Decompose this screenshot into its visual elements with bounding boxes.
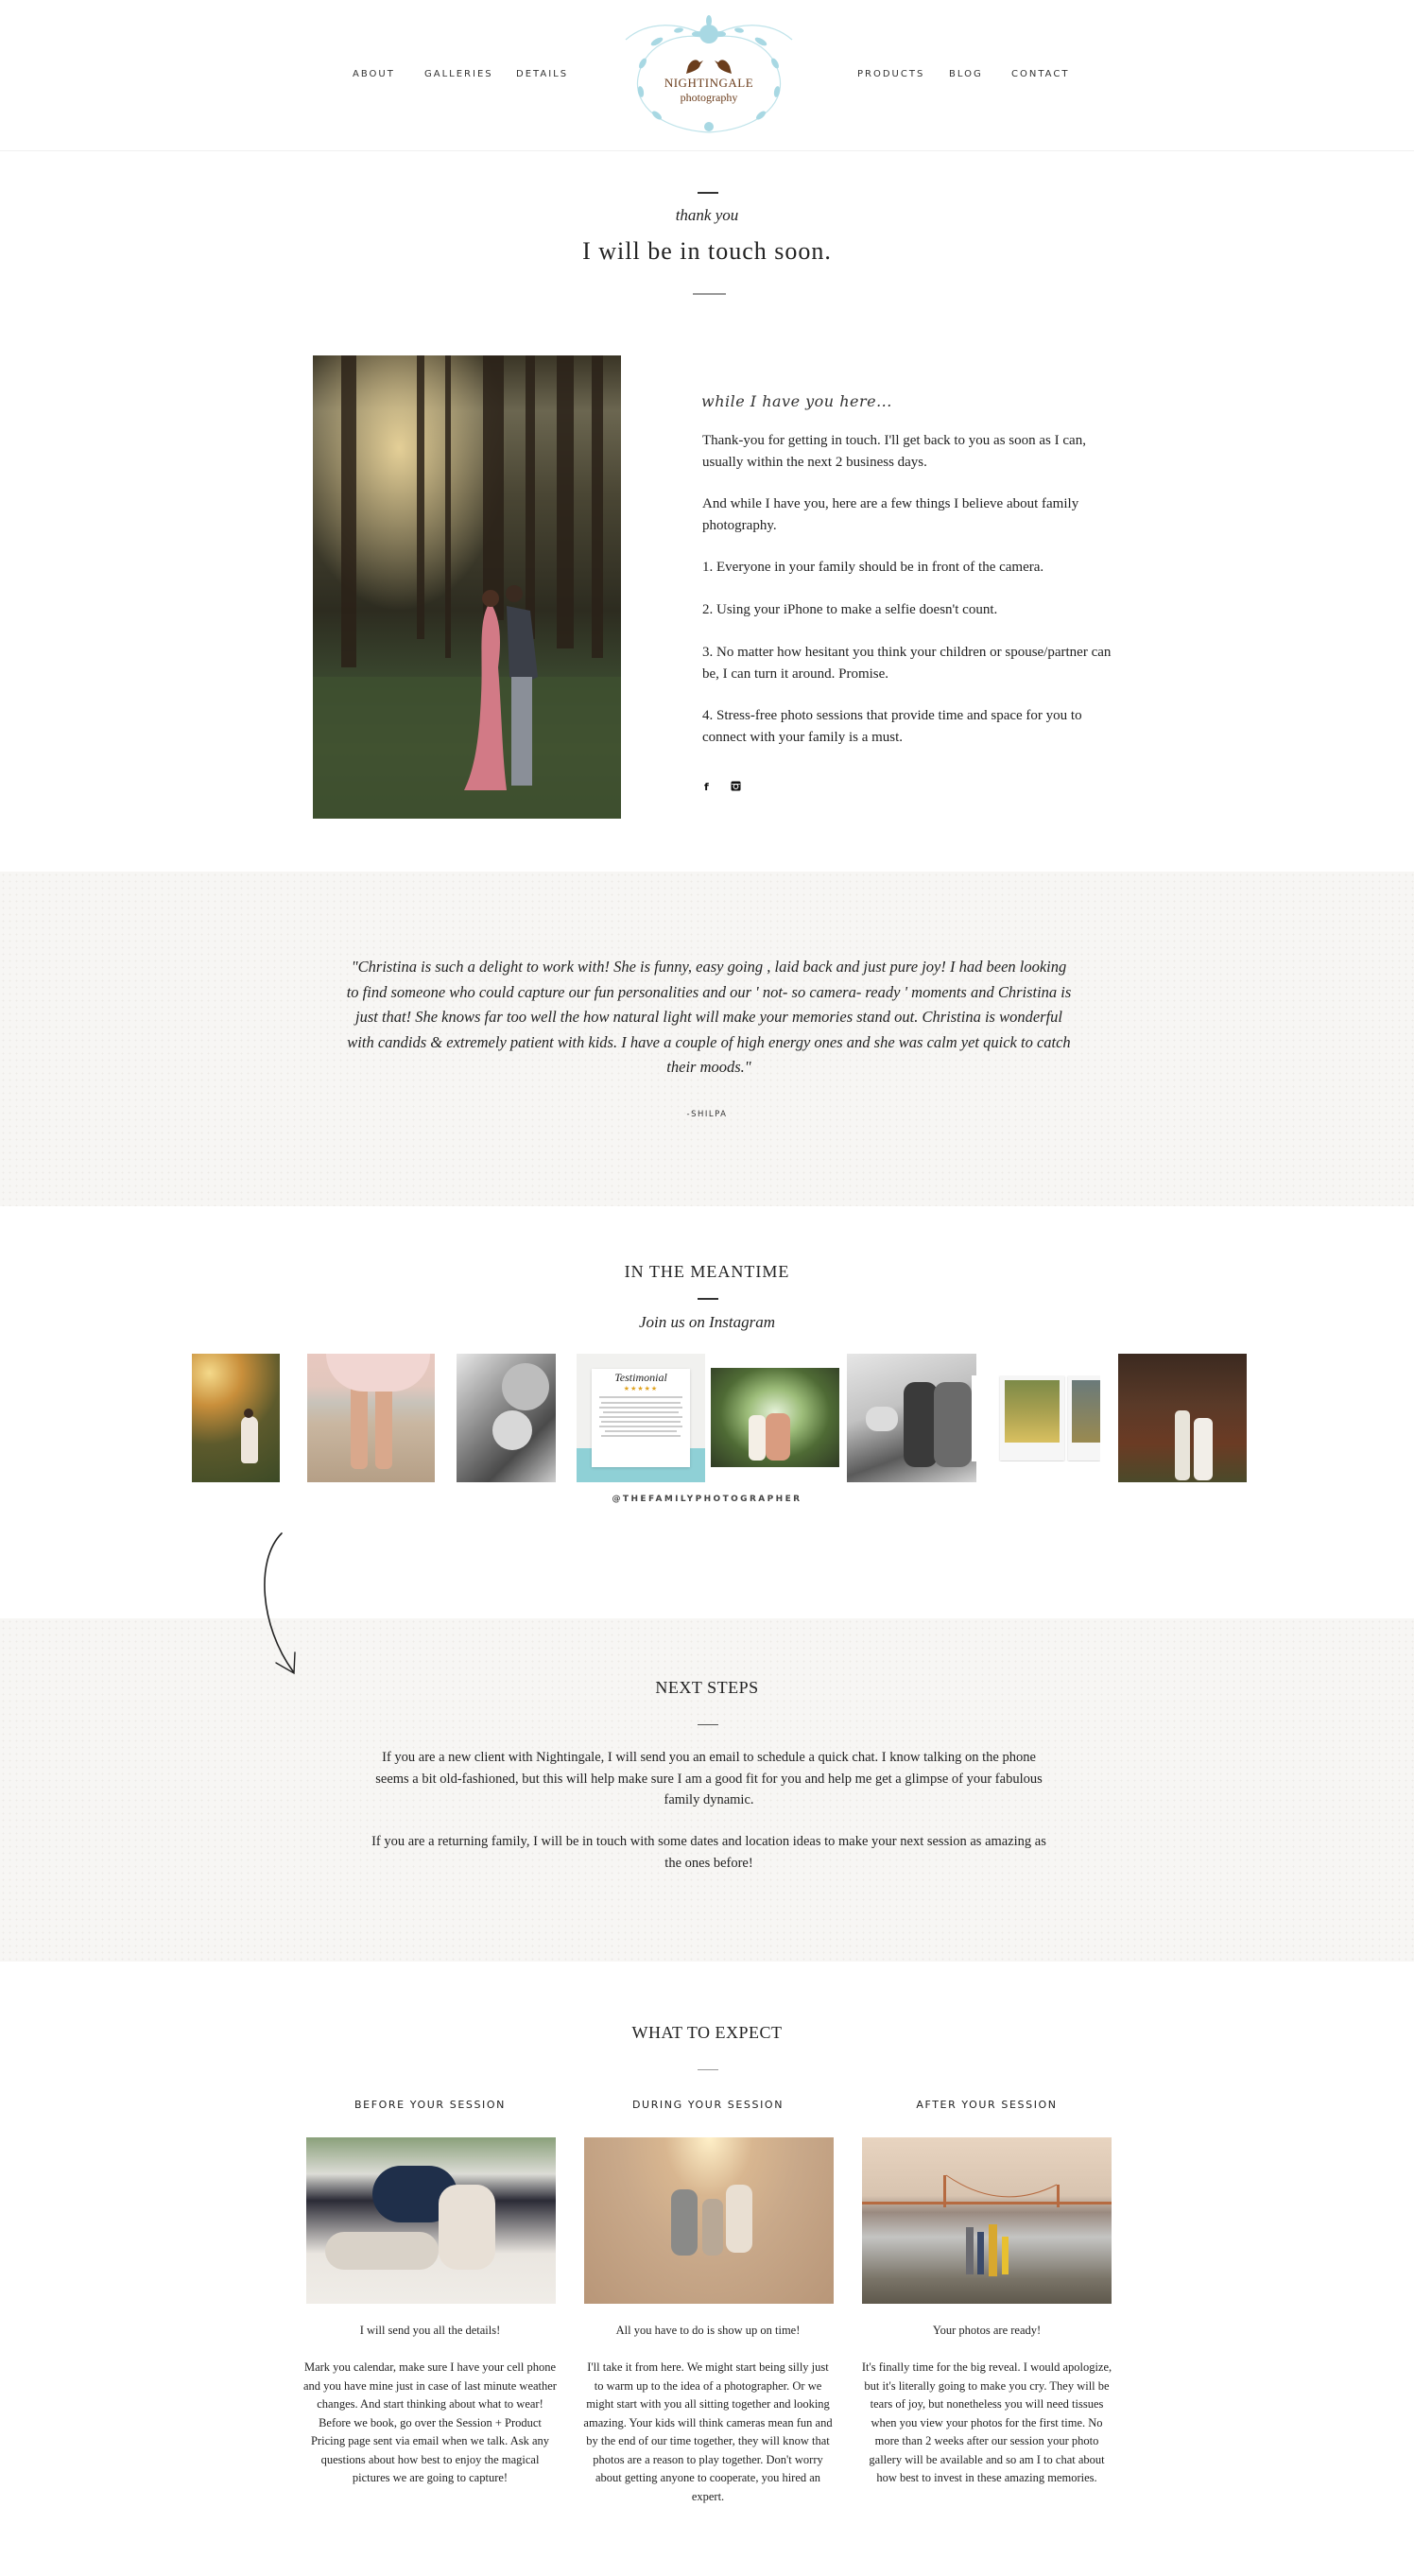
hero-kicker: thank you xyxy=(675,206,739,224)
testimonial-quote: "Christina is such a delight to work wit… xyxy=(346,958,1072,1076)
instagram-tile-testimonial[interactable]: Testimonial ★★★★★ xyxy=(577,1354,705,1482)
stars-icon: ★★★★★ xyxy=(623,1385,659,1392)
nav-about[interactable]: ABOUT xyxy=(353,69,395,79)
logo-tagline: photography xyxy=(680,91,738,104)
site-header: ABOUT GALLERIES DETAILS NIGHTINGALE phot… xyxy=(0,0,1414,151)
nav-galleries[interactable]: GALLERIES xyxy=(424,69,493,79)
during-body: I'll take it from here. We might start b… xyxy=(583,2360,833,2503)
what-to-expect-title: WHAT TO EXPECT xyxy=(631,2023,783,2042)
before-session-photo xyxy=(306,2137,556,2304)
instagram-tile-newborn-bw[interactable] xyxy=(457,1354,556,1482)
site-logo[interactable]: NIGHTINGALE photography xyxy=(605,11,813,139)
nav-details[interactable]: DETAILS xyxy=(516,69,568,79)
testimonial-section: "Christina is such a delight to work wit… xyxy=(0,872,1414,1206)
belief-item: 2. Using your iPhone to make a selfie do… xyxy=(702,602,998,617)
next-steps-paragraph: If you are a new client with Nightingale… xyxy=(375,1750,1043,1807)
divider xyxy=(698,192,718,194)
divider xyxy=(693,293,726,295)
column-heading-during: DURING YOUR SESSION xyxy=(631,2099,785,2111)
instagram-tile-mother-daughter[interactable] xyxy=(711,1368,839,1467)
instagram-subtitle: Join us on Instagram xyxy=(638,1313,776,1331)
belief-item: 4. Stress-free photo sessions that provi… xyxy=(702,708,1082,745)
intro-paragraph: Thank-you for getting in touch. I'll get… xyxy=(702,433,1086,470)
testimonial-author: -SHILPA xyxy=(686,1110,728,1119)
instagram-section-title: IN THE MEANTIME xyxy=(624,1262,790,1281)
nav-contact[interactable]: CONTACT xyxy=(1011,69,1069,79)
before-lead: I will send you all the details! xyxy=(359,2324,501,2337)
logo-name: NIGHTINGALE xyxy=(664,76,754,90)
instagram-handle[interactable]: @THEFAMILYPHOTOGRAPHER xyxy=(0,1495,1414,1504)
during-session-photo xyxy=(584,2137,834,2304)
instagram-tile-polaroid[interactable] xyxy=(972,1375,1100,1461)
nav-products[interactable]: PRODUCTS xyxy=(857,69,924,79)
before-body: Mark you calendar, make sure I have your… xyxy=(303,2360,557,2484)
nav-blog[interactable]: BLOG xyxy=(949,69,983,79)
forest-couple-photo xyxy=(313,355,621,819)
curved-arrow-icon xyxy=(264,1532,296,1675)
next-steps-title: NEXT STEPS xyxy=(655,1678,759,1697)
testimonial-tile-title: Testimonial xyxy=(614,1371,667,1384)
hero-title: I will be in touch soon. xyxy=(582,237,832,265)
script-heading: while I have you here... xyxy=(701,392,892,410)
next-steps-paragraph: If you are a returning family, I will be… xyxy=(371,1834,1046,1871)
next-steps-section: NEXT STEPS If you are a new client with … xyxy=(0,1618,1414,1962)
instagram-tile-maternity-sunset[interactable] xyxy=(192,1354,280,1482)
after-lead: Your photos are ready! xyxy=(932,2324,1042,2337)
after-body: It's finally time for the big reveal. I … xyxy=(861,2360,1112,2484)
divider xyxy=(698,2069,718,2070)
instagram-tile-beach-feet[interactable] xyxy=(307,1354,435,1482)
belief-item: 1. Everyone in your family should be in … xyxy=(702,560,1044,575)
divider xyxy=(698,1724,718,1725)
instagram-tile-family-bw[interactable] xyxy=(847,1354,976,1482)
column-heading-before: BEFORE YOUR SESSION xyxy=(354,2099,506,2111)
intro-paragraph: And while I have you, here are a few thi… xyxy=(702,496,1079,533)
column-heading-after: AFTER YOUR SESSION xyxy=(916,2099,1058,2111)
belief-item: 3. No matter how hesitant you think your… xyxy=(702,645,1112,682)
after-session-photo xyxy=(862,2137,1112,2304)
divider xyxy=(698,1298,718,1300)
birds-icon xyxy=(686,60,732,74)
facebook-icon[interactable]: f xyxy=(704,781,709,793)
instagram-tile-couple-forest[interactable] xyxy=(1118,1354,1247,1482)
during-lead: All you have to do is show up on time! xyxy=(615,2324,801,2337)
instagram-icon[interactable] xyxy=(731,781,741,795)
